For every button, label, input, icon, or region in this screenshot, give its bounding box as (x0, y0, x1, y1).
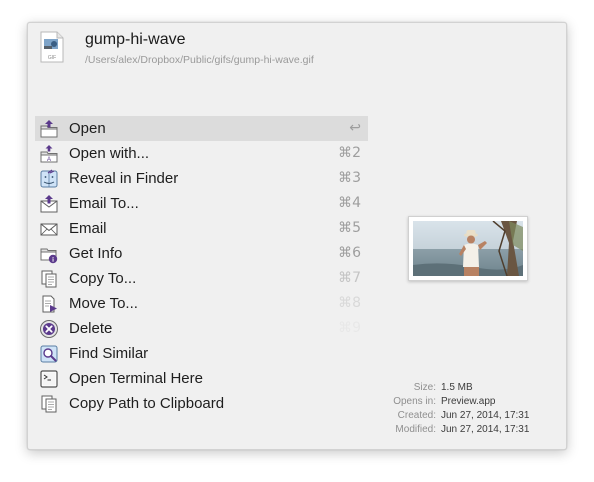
meta-label: Modified: (395, 424, 436, 435)
action-label: Reveal in Finder (69, 170, 179, 187)
find-similar-icon (40, 345, 58, 363)
svg-text:A: A (47, 157, 51, 163)
action-shortcut: ⌘2 (338, 145, 361, 161)
action-label: Delete (69, 320, 113, 337)
action-email[interactable]: Email ⌘5 (35, 216, 368, 241)
action-label: Email To... (69, 195, 139, 212)
meta-size: Size: 1.5 MB (358, 381, 558, 395)
move-icon (42, 295, 57, 313)
delete-icon (40, 320, 58, 338)
clipboard-icon (41, 395, 57, 413)
action-delete[interactable]: Delete ⌘9 (35, 316, 368, 341)
action-label: Copy To... (69, 270, 137, 287)
meta-modified: Modified: Jun 27, 2014, 17:31 (358, 423, 558, 437)
action-open[interactable]: Open ↩ (35, 116, 368, 141)
action-shortcut: ↩ (349, 120, 361, 136)
action-label: Get Info (69, 245, 123, 262)
action-shortcut: ⌘5 (338, 220, 361, 236)
email-to-icon (40, 195, 58, 213)
action-shortcut: ⌘7 (338, 270, 361, 286)
action-label: Copy Path to Clipboard (69, 395, 225, 412)
meta-value: Preview.app (441, 396, 496, 407)
action-label: Move To... (69, 295, 138, 312)
meta-label: Opens in: (393, 396, 436, 407)
action-label: Find Similar (69, 345, 149, 362)
action-shortcut: ⌘6 (338, 245, 361, 261)
action-label: Open (69, 120, 106, 137)
file-name: gump-hi-wave (85, 31, 186, 48)
action-reveal-in-finder[interactable]: Reveal in Finder ⌘3 (35, 166, 368, 191)
action-open-with[interactable]: A Open with... ⌘2 (35, 141, 368, 166)
action-get-info[interactable]: i Get Info ⌘6 (35, 241, 368, 266)
file-metadata: Size: 1.5 MB Opens in: Preview.app Creat… (358, 381, 558, 437)
meta-value: Jun 27, 2014, 17:31 (441, 424, 530, 435)
envelope-icon (40, 223, 58, 236)
gif-badge-label: GIF (48, 55, 56, 61)
action-copy-path[interactable]: Copy Path to Clipboard (35, 391, 368, 416)
file-path: /Users/alex/Dropbox/Public/gifs/gump-hi-… (85, 54, 314, 66)
action-shortcut: ⌘8 (338, 295, 361, 311)
action-open-terminal-here[interactable]: Open Terminal Here (35, 366, 368, 391)
action-shortcut: ⌘9 (338, 320, 361, 336)
meta-label: Size: (413, 382, 436, 393)
quick-actions-panel: GIF gump-hi-wave /Users/alex/Dropbox/Pub… (27, 22, 567, 450)
action-shortcut: ⌘3 (338, 170, 361, 186)
gif-file-icon: GIF (40, 31, 64, 63)
meta-created: Created: Jun 27, 2014, 17:31 (358, 409, 558, 423)
action-shortcut: ⌘4 (338, 195, 361, 211)
terminal-icon (40, 370, 58, 388)
action-label: Open Terminal Here (69, 370, 203, 387)
meta-value: Jun 27, 2014, 17:31 (441, 410, 530, 421)
copy-icon (41, 270, 57, 288)
meta-value: 1.5 MB (441, 382, 473, 393)
actions-list: Open ↩ A Open with... ⌘2 Reveal in Finde… (35, 116, 368, 416)
action-email-to[interactable]: Email To... ⌘4 (35, 191, 368, 216)
preview-thumbnail (408, 216, 528, 281)
action-label: Open with... (69, 145, 150, 162)
meta-opens-in: Opens in: Preview.app (358, 395, 558, 409)
info-icon: i (40, 248, 58, 264)
action-find-similar[interactable]: Find Similar (35, 341, 368, 366)
preview-image (413, 221, 523, 276)
action-label: Email (69, 220, 107, 237)
finder-icon (40, 169, 58, 188)
open-folder-icon (40, 120, 58, 138)
svg-text:i: i (52, 257, 54, 264)
action-move-to[interactable]: Move To... ⌘8 (35, 291, 368, 316)
open-with-icon: A (40, 145, 58, 163)
meta-label: Created: (397, 410, 436, 421)
action-copy-to[interactable]: Copy To... ⌘7 (35, 266, 368, 291)
